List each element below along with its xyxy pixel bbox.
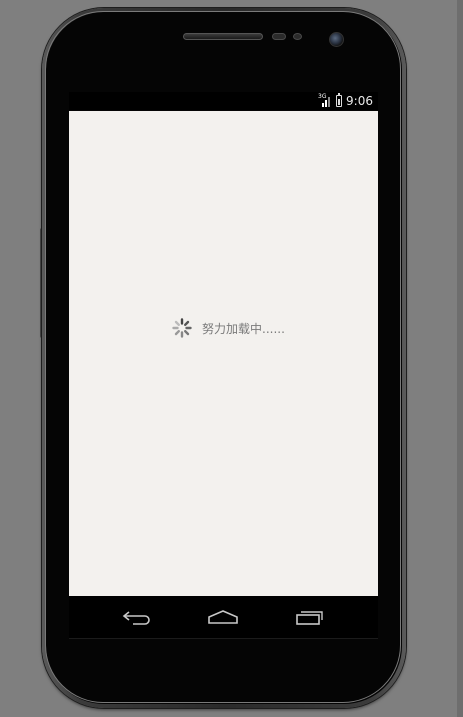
loading-indicator: 努力加载中...... xyxy=(171,317,285,339)
loading-text: 努力加载中...... xyxy=(202,321,285,336)
recent-apps-icon xyxy=(296,611,323,625)
emulator-window: 3G 9:06 努力加载中...... xyxy=(0,0,463,717)
back-icon xyxy=(122,611,150,625)
status-clock: 9:06 xyxy=(346,94,373,108)
battery-icon xyxy=(336,93,343,107)
window-edge xyxy=(457,0,463,717)
proximity-sensor xyxy=(272,33,286,40)
recent-apps-button[interactable] xyxy=(293,606,327,628)
signal-icon: 3G xyxy=(318,94,332,108)
earpiece-speaker xyxy=(183,33,263,40)
home-icon xyxy=(208,610,238,624)
navigation-bar xyxy=(69,596,378,639)
home-button[interactable] xyxy=(206,606,240,628)
front-camera-icon xyxy=(329,32,344,47)
app-screen: 努力加载中...... xyxy=(69,111,378,596)
spinner-icon xyxy=(172,318,192,338)
status-bar: 3G 9:06 xyxy=(69,92,378,110)
back-button[interactable] xyxy=(120,606,154,628)
light-sensor xyxy=(293,33,302,40)
